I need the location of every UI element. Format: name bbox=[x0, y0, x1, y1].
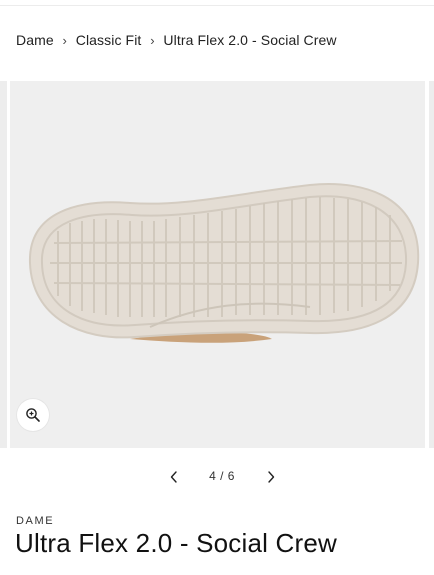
zoom-button[interactable] bbox=[17, 399, 49, 431]
product-gallery bbox=[0, 81, 434, 448]
previous-slide-button[interactable] bbox=[163, 466, 185, 488]
breadcrumb-item-classic-fit[interactable]: Classic Fit bbox=[76, 32, 142, 48]
breadcrumb-item-dame[interactable]: Dame bbox=[16, 32, 54, 48]
header-divider bbox=[0, 5, 434, 6]
shoe-sole-image bbox=[28, 183, 420, 343]
product-vendor: DAME bbox=[16, 515, 55, 527]
chevron-right-icon bbox=[268, 471, 275, 483]
slider-controls: 4 / 6 bbox=[0, 462, 434, 490]
chevron-left-icon bbox=[170, 471, 177, 483]
zoom-in-icon bbox=[26, 408, 40, 422]
slide-counter: 4 / 6 bbox=[209, 469, 235, 483]
previous-slide-peek bbox=[0, 81, 7, 448]
breadcrumb: Dame › Classic Fit › Ultra Flex 2.0 - So… bbox=[16, 31, 337, 49]
shoe-outsole bbox=[28, 183, 420, 339]
next-slide-peek bbox=[429, 81, 434, 448]
breadcrumb-separator: › bbox=[62, 32, 67, 48]
breadcrumb-item-current: Ultra Flex 2.0 - Social Crew bbox=[163, 32, 337, 48]
breadcrumb-separator: › bbox=[150, 32, 155, 48]
product-title: Ultra Flex 2.0 - Social Crew bbox=[15, 528, 338, 558]
product-image-slide[interactable] bbox=[10, 81, 425, 448]
next-slide-button[interactable] bbox=[260, 466, 282, 488]
